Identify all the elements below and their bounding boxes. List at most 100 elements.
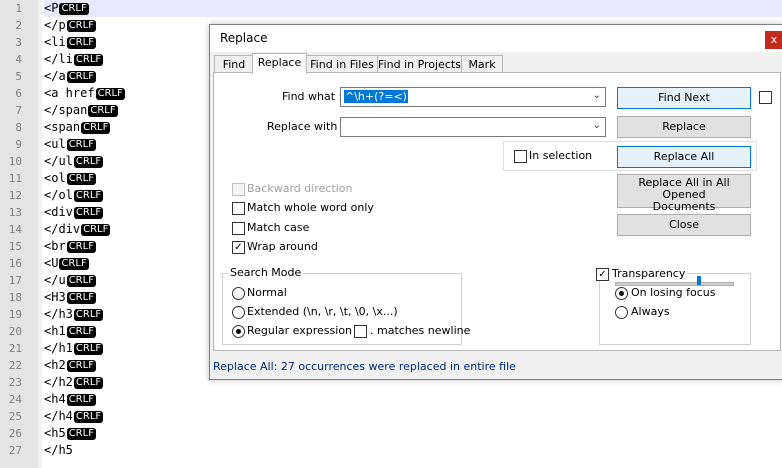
backward-checkbox	[232, 183, 245, 196]
eol-marker: CRLF	[66, 241, 96, 253]
code-line[interactable]: <ul CRLF	[44, 136, 96, 153]
eol-marker: CRLF	[59, 258, 89, 270]
code-text: </h2	[44, 375, 73, 389]
line-number: 3	[15, 36, 22, 49]
code-line[interactable]: </h1 CRLF	[44, 340, 104, 357]
tab-replace[interactable]: Replace	[252, 53, 307, 74]
tab-mark[interactable]: Mark	[461, 55, 503, 73]
always-label: Always	[631, 305, 670, 318]
code-line[interactable]: </ul CRLF	[44, 153, 104, 170]
code-text: <U	[44, 256, 59, 270]
code-text: <h1	[44, 324, 66, 338]
code-line[interactable]: <a href CRLF	[44, 85, 125, 102]
replace-all-opened-line1: Replace All in All Opened	[638, 176, 730, 201]
tab-find[interactable]: Find	[214, 55, 254, 73]
transparency-checkbox[interactable]: ✓	[596, 268, 609, 281]
code-line[interactable]: <ol CRLF	[44, 170, 96, 187]
always-radio[interactable]	[615, 306, 628, 319]
code-line[interactable]: </u CRLF	[44, 272, 96, 289]
search-mode-title: Search Mode	[228, 266, 304, 279]
wrap-around-checkbox[interactable]: ✓	[232, 241, 245, 254]
code-line[interactable]: <h1 CRLF	[44, 323, 96, 340]
find-what-input[interactable]: ^\h+(?=<) ⌄	[340, 87, 606, 107]
code-line[interactable]: <span CRLF	[44, 119, 111, 136]
code-line[interactable]: </p CRLF	[44, 17, 96, 34]
code-line[interactable]: </a CRLF	[44, 68, 96, 85]
code-line[interactable]: <P CRLF	[44, 0, 782, 17]
code-line[interactable]: </h5	[44, 442, 73, 459]
line-number: 10	[8, 155, 22, 168]
code-line[interactable]: </h4 CRLF	[44, 408, 104, 425]
whole-word-label: Match whole word only	[247, 201, 374, 214]
match-case-checkbox[interactable]	[232, 222, 245, 235]
replace-with-label: Replace with :	[267, 120, 345, 133]
code-text: <h5	[44, 426, 66, 440]
normal-radio[interactable]	[232, 287, 245, 300]
backward-label: Backward direction	[247, 182, 353, 195]
code-line[interactable]: </h3 CRLF	[44, 306, 104, 323]
code-text: </h4	[44, 409, 73, 423]
eol-marker: CRLF	[81, 122, 111, 134]
code-line[interactable]: </div CRLF	[44, 221, 111, 238]
replace-all-opened-button[interactable]: Replace All in All Opened Documents	[617, 174, 751, 213]
code-line[interactable]: <h5 CRLF	[44, 425, 96, 442]
matches-newline-checkbox[interactable]	[354, 325, 367, 338]
chevron-down-icon[interactable]: ⌄	[593, 120, 601, 131]
code-line[interactable]: <h2 CRLF	[44, 357, 96, 374]
line-number: 18	[8, 291, 22, 304]
eol-marker: CRLF	[73, 54, 104, 66]
tab-find-in-files[interactable]: Find in Files	[306, 55, 378, 73]
eol-marker: CRLF	[66, 139, 96, 151]
regex-radio[interactable]	[232, 325, 245, 338]
replace-panel: Find what : ^\h+(?=<) ⌄ Replace with : ⌄…	[213, 72, 781, 351]
find-next-button[interactable]: Find Next	[617, 87, 751, 109]
transparency-slider-thumb[interactable]	[697, 276, 701, 285]
line-number: 6	[15, 87, 22, 100]
code-line[interactable]: <li CRLF	[44, 34, 96, 51]
code-line[interactable]: <U CRLF	[44, 255, 89, 272]
eol-marker: CRLF	[95, 88, 125, 100]
line-number: 23	[8, 376, 22, 389]
line-number: 7	[15, 104, 22, 117]
eol-marker: CRLF	[66, 71, 96, 83]
code-text: <h2	[44, 358, 66, 372]
code-line[interactable]: <h4 CRLF	[44, 391, 96, 408]
eol-marker: CRLF	[73, 190, 104, 202]
tab-find-in-projects[interactable]: Find in Projects	[377, 55, 462, 73]
eol-marker: CRLF	[66, 394, 96, 406]
code-line[interactable]: <div CRLF	[44, 204, 104, 221]
transparency-slider-track[interactable]	[615, 282, 734, 286]
find-what-label: Find what :	[282, 90, 343, 103]
extended-radio[interactable]	[232, 306, 245, 319]
on-losing-focus-radio[interactable]	[615, 287, 628, 300]
code-text: </ul	[44, 154, 73, 168]
code-line[interactable]: </ol CRLF	[44, 187, 104, 204]
close-icon[interactable]: x	[765, 31, 782, 49]
line-number: 11	[8, 172, 22, 185]
line-number: 15	[8, 240, 22, 253]
chevron-down-icon[interactable]: ⌄	[593, 90, 601, 101]
replace-all-button[interactable]: Replace All	[617, 146, 751, 168]
whole-word-checkbox[interactable]	[232, 202, 245, 215]
replace-button[interactable]: Replace	[617, 116, 751, 138]
replace-with-input[interactable]: ⌄	[340, 117, 606, 137]
line-number: 2	[15, 19, 22, 32]
eol-marker: CRLF	[66, 37, 96, 49]
code-line[interactable]: <br CRLF	[44, 238, 96, 255]
in-selection-checkbox[interactable]	[514, 150, 527, 163]
close-button[interactable]: Close	[617, 214, 751, 236]
line-number: 1	[15, 2, 22, 15]
eol-marker: CRLF	[73, 156, 104, 168]
eol-marker: CRLF	[59, 3, 89, 15]
code-text: </li	[44, 52, 73, 66]
eol-marker: CRLF	[73, 411, 104, 423]
code-line[interactable]: </li CRLF	[44, 51, 104, 68]
code-text: </a	[44, 69, 66, 83]
code-text: <br	[44, 239, 66, 253]
code-text: </p	[44, 18, 66, 32]
code-line[interactable]: </span CRLF	[44, 102, 118, 119]
code-line[interactable]: </h2 CRLF	[44, 374, 104, 391]
replace-all-opened-line2: Documents	[652, 200, 716, 213]
code-line[interactable]: <H3 CRLF	[44, 289, 96, 306]
options-checkbox[interactable]	[759, 91, 772, 104]
